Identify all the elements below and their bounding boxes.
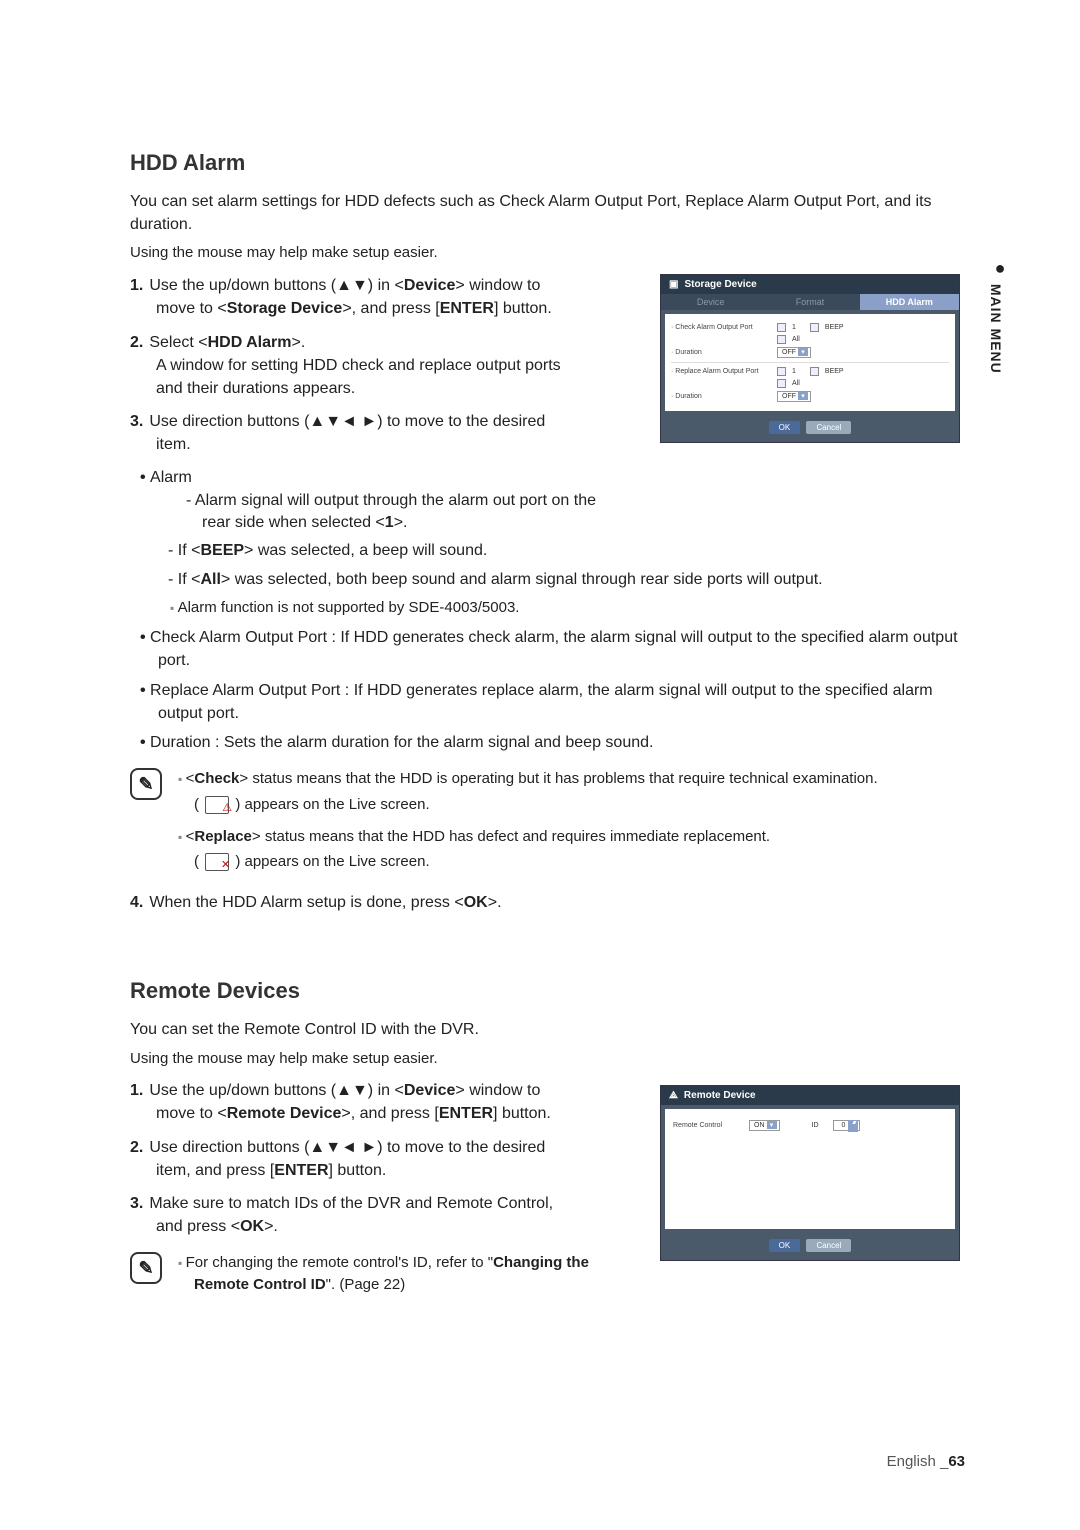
dlg1-ok-button[interactable]: OK	[769, 421, 801, 434]
id-spinner[interactable]: 0	[833, 1120, 861, 1131]
tab-hdd-alarm[interactable]: HDD Alarm	[860, 294, 959, 310]
remote-control-select[interactable]: ON	[749, 1120, 780, 1131]
checkbox-rbeep[interactable]	[810, 367, 819, 376]
bullet-replace-port: Replace Alarm Output Port : If HDD gener…	[140, 679, 960, 725]
remote-step-3: 3.Make sure to match IDs of the DVR and …	[130, 1192, 570, 1238]
remote-devices-heading: Remote Devices	[130, 978, 960, 1004]
storage-device-dialog: ▣Storage Device Device Format HDD Alarm …	[660, 274, 960, 443]
note-replace-sub: ( ) appears on the Live screen.	[178, 851, 960, 873]
remote-note: For changing the remote control's ID, re…	[178, 1252, 640, 1296]
hdd-alarm-heading: HDD Alarm	[130, 150, 960, 176]
label-remote-control: Remote Control	[673, 1122, 743, 1129]
dialog2-title: Remote Device	[684, 1090, 756, 1101]
note-icon: ✎	[130, 768, 162, 800]
checkbox-beep[interactable]	[810, 323, 819, 332]
alarm-unsupported-note: Alarm function is not supported by SDE-4…	[130, 597, 960, 618]
hdd-intro: You can set alarm settings for HDD defec…	[130, 190, 960, 236]
alarm-dash-2: If <BEEP> was selected, a beep will soun…	[168, 540, 960, 562]
checkbox-rall[interactable]	[777, 379, 786, 388]
remote-intro: You can set the Remote Control ID with t…	[130, 1018, 960, 1041]
hdd-check-icon	[205, 796, 229, 814]
storage-icon: ▣	[669, 279, 678, 290]
note-icon-2: ✎	[130, 1252, 162, 1284]
dialog1-title: Storage Device	[684, 279, 756, 290]
bullet-check-port: Check Alarm Output Port : If HDD generat…	[140, 626, 960, 672]
bullet-alarm: Alarm Alarm signal will output through t…	[140, 466, 640, 534]
label-duration-2: · Duration	[671, 393, 771, 400]
dlg2-ok-button[interactable]: OK	[769, 1239, 801, 1252]
page-footer: English _63	[887, 1453, 965, 1470]
remote-mouse-hint: Using the mouse may help make setup easi…	[130, 1048, 960, 1070]
hdd-step-4: 4.When the HDD Alarm setup is done, pres…	[130, 891, 960, 914]
checkbox-1[interactable]	[777, 323, 786, 332]
hdd-step-1: 1.Use the up/down buttons (▲▼) in <Devic…	[130, 274, 570, 320]
hdd-mouse-hint: Using the mouse may help make setup easi…	[130, 242, 960, 264]
hdd-replace-icon	[205, 853, 229, 871]
label-id: ID	[812, 1122, 819, 1129]
hdd-step-2: 2.Select <HDD Alarm>. A window for setti…	[130, 331, 570, 401]
label-replace-alarm: · Replace Alarm Output Port	[671, 368, 771, 375]
label-duration-1: · Duration	[671, 349, 771, 356]
bullet-duration: Duration : Sets the alarm duration for t…	[140, 731, 960, 754]
dlg2-cancel-button[interactable]: Cancel	[806, 1239, 851, 1252]
dlg1-cancel-button[interactable]: Cancel	[806, 421, 851, 434]
remote-step-2: 2.Use direction buttons (▲▼◄ ►) to move …	[130, 1136, 570, 1182]
remote-device-dialog: ⟁ Remote Device Remote Control ON ID 0 OK…	[660, 1085, 960, 1261]
note-check-sub: ( ) appears on the Live screen.	[178, 794, 960, 816]
side-tab: ● MAIN MENU	[988, 258, 1010, 374]
note-replace: <Replace> status means that the HDD has …	[178, 826, 960, 848]
hdd-step-3: 3.Use direction buttons (▲▼◄ ►) to move …	[130, 410, 570, 456]
alarm-dash-3: If <All> was selected, both beep sound a…	[168, 569, 960, 591]
label-check-alarm: · Check Alarm Output Port	[671, 324, 771, 331]
checkbox-all[interactable]	[777, 335, 786, 344]
note-check: <Check> status means that the HDD is ope…	[178, 768, 960, 790]
tab-format[interactable]: Format	[760, 294, 859, 310]
alarm-dash-1: Alarm signal will output through the ala…	[186, 490, 626, 535]
duration-select-2[interactable]: OFF	[777, 391, 811, 402]
remote-icon: ⟁	[669, 1090, 678, 1101]
tab-device[interactable]: Device	[661, 294, 760, 310]
checkbox-r1[interactable]	[777, 367, 786, 376]
duration-select-1[interactable]: OFF	[777, 347, 811, 358]
remote-step-1: 1.Use the up/down buttons (▲▼) in <Devic…	[130, 1079, 570, 1125]
